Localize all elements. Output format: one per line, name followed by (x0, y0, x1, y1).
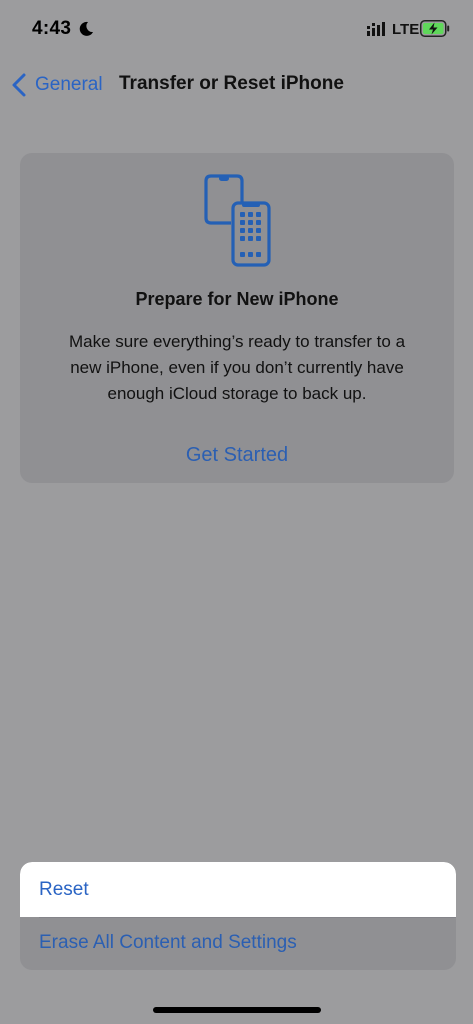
navigation-bar: General Transfer or Reset iPhone (0, 62, 473, 106)
reset-label: Reset (39, 879, 89, 900)
card-title: Prepare for New iPhone (135, 289, 339, 309)
page-title: Transfer or Reset iPhone (119, 73, 344, 94)
back-label: General (35, 74, 103, 95)
prepare-new-iphone-card: Prepare for New iPhone Make sure everyth… (20, 153, 454, 483)
card-description-line: enough iCloud storage to back up. (107, 384, 367, 403)
moon-icon (79, 21, 93, 36)
phones-transfer-icon (204, 174, 271, 267)
get-started-button[interactable]: Get Started (20, 444, 454, 467)
signal-icon (367, 22, 385, 36)
home-indicator[interactable] (153, 1007, 321, 1013)
back-button[interactable]: General (10, 70, 103, 100)
battery-charging-icon (420, 20, 450, 37)
card-description: Make sure everything’s ready to transfer… (40, 329, 434, 407)
reset-actions-group: Reset Erase All Content and Settings (20, 862, 456, 970)
network-type: LTE (392, 21, 420, 38)
reset-row[interactable]: Reset (20, 862, 456, 917)
chevron-left-icon (12, 73, 26, 97)
erase-all-content-row[interactable]: Erase All Content and Settings (20, 918, 456, 970)
status-time: 4:43 (32, 18, 72, 39)
card-description-line: new iPhone, even if you don’t currently … (70, 358, 404, 377)
erase-all-content-label: Erase All Content and Settings (39, 932, 297, 953)
card-description-line: Make sure everything’s ready to transfer… (68, 332, 406, 351)
status-bar: 4:43 LTE (0, 0, 473, 60)
